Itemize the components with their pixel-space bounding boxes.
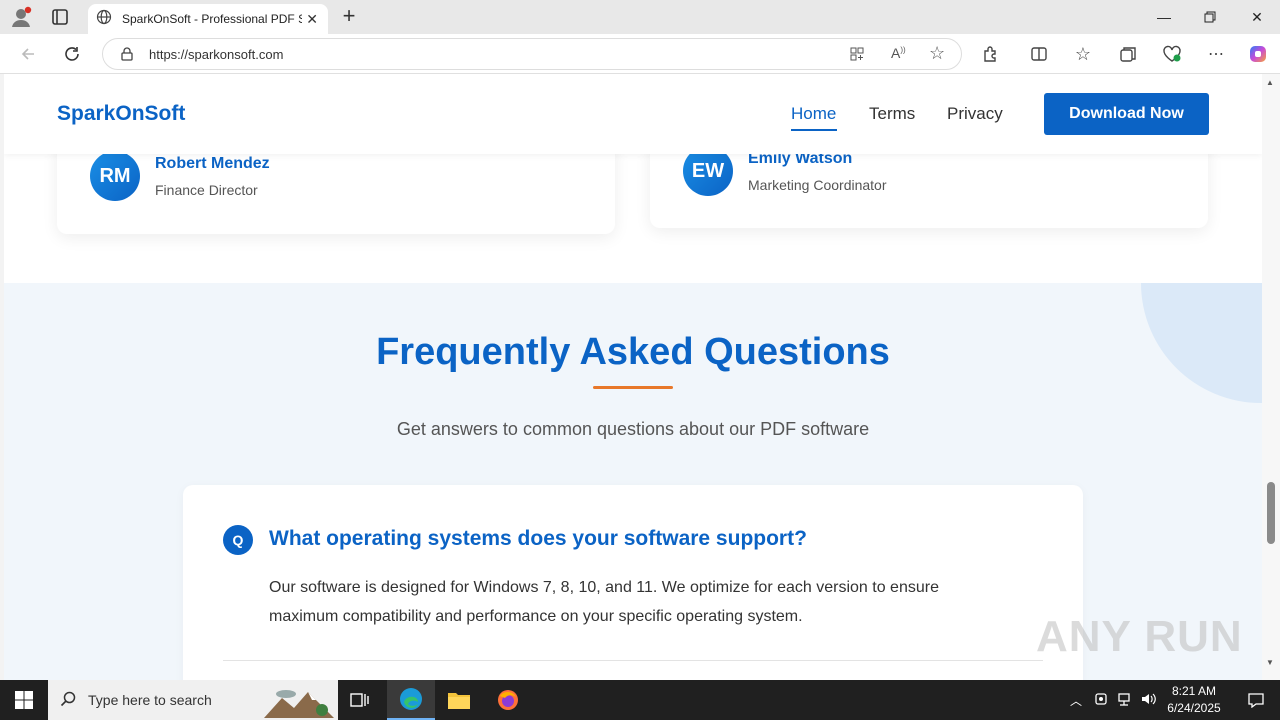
network-icon[interactable] [1116,692,1132,709]
tab-title: SparkOnSoft - Professional PDF S [122,12,302,26]
faq-subtitle: Get answers to common questions about ou… [396,419,870,439]
nav-terms[interactable]: Terms [869,104,915,124]
site-header: SparkOnSoft Home Terms Privacy Download … [4,74,1262,154]
more-options-icon[interactable]: ⋯ [1204,42,1228,66]
new-tab-icon[interactable]: + [338,5,360,27]
nav-home[interactable]: Home [791,104,836,124]
tab-actions-icon[interactable] [50,7,70,27]
scroll-down-icon[interactable]: ▼ [1266,658,1274,667]
close-window-icon[interactable]: ✕ [1234,0,1280,34]
search-highlight-icon [264,682,334,723]
globe-icon [96,9,112,30]
notifications-icon[interactable] [1232,680,1280,720]
scroll-up-icon[interactable]: ▲ [1266,78,1274,87]
clock-date: 6/24/2025 [1167,701,1221,715]
search-icon [60,691,76,712]
divider [223,660,1043,661]
restore-icon[interactable] [1187,0,1233,34]
copilot-icon[interactable] [1246,42,1270,66]
tab-strip: SparkOnSoft - Professional PDF S ✕ + — ✕ [0,0,1280,34]
faq-title: Frequently Asked Questions [376,331,890,373]
faq-answer: Our software is designed for Windows 7, … [269,579,939,625]
edge-taskbar-icon[interactable] [387,680,435,720]
clock-time: 8:21 AM [1171,684,1217,698]
search-placeholder: Type here to search [88,692,212,708]
refresh-icon[interactable] [60,42,84,66]
profile-icon[interactable] [10,6,32,28]
browser-window: SparkOnSoft - Professional PDF S ✕ + — ✕… [0,0,1280,680]
address-bar[interactable]: https://sparkonsoft.com A)) ☆ [102,38,962,70]
tab-active[interactable]: SparkOnSoft - Professional PDF S ✕ [88,4,328,34]
file-explorer-icon[interactable] [435,680,483,720]
taskbar-search[interactable]: Type here to search [48,680,338,720]
testimonial-role: Finance Director [155,182,258,198]
close-tab-icon[interactable]: ✕ [306,11,318,28]
extensions-icon[interactable] [979,42,1003,66]
system-tray: ︿ [1070,680,1156,720]
windows-start-icon[interactable] [0,680,48,720]
back-icon[interactable] [16,42,40,66]
task-view-icon[interactable] [336,680,384,720]
testimonial-role: Marketing Coordinator [748,177,887,193]
taskbar: Type here to search ︿ 8:21 AM 6/24/2025 [0,680,1280,720]
scrollbar-thumb[interactable] [1267,482,1275,544]
faq-question[interactable]: What operating systems does your softwar… [269,527,807,551]
faq-item[interactable]: Q What operating systems does your softw… [183,485,1083,680]
title-accent-line [593,386,673,389]
site-logo[interactable]: SparkOnSoft [57,102,185,126]
collections-icon[interactable] [1116,42,1140,66]
site-info-icon[interactable] [119,46,135,67]
web-viewport: RM Robert Mendez Finance Director EW Emi… [4,74,1262,680]
split-screen-icon[interactable] [1027,42,1051,66]
url-text: https://sparkonsoft.com [149,47,284,62]
tray-overflow-icon[interactable]: ︿ [1070,692,1082,709]
favorites-icon[interactable]: ☆ [1071,42,1095,66]
anyrun-watermark: ANY RUN [1036,612,1243,661]
browser-essentials-icon[interactable] [1160,42,1184,66]
download-now-button[interactable]: Download Now [1044,93,1209,135]
taskbar-clock[interactable]: 8:21 AM 6/24/2025 [1166,683,1222,717]
app-available-icon[interactable] [849,46,865,67]
browser-toolbar: https://sparkonsoft.com A)) ☆ ☆ ⋯ [0,34,1280,74]
security-icon[interactable] [1094,692,1108,709]
nav-privacy[interactable]: Privacy [947,104,1003,124]
page-scrollbar[interactable]: ▲ ▼ [1262,74,1280,680]
read-aloud-icon[interactable]: A)) [891,45,906,61]
favorite-star-icon[interactable]: ☆ [929,43,945,64]
avatar: RM [90,151,140,201]
minimize-icon[interactable]: — [1141,0,1187,34]
firefox-icon[interactable] [484,680,532,720]
volume-icon[interactable] [1140,692,1156,709]
nav-active-indicator [791,129,837,131]
question-badge: Q [223,525,253,555]
testimonial-name: Robert Mendez [155,155,270,172]
